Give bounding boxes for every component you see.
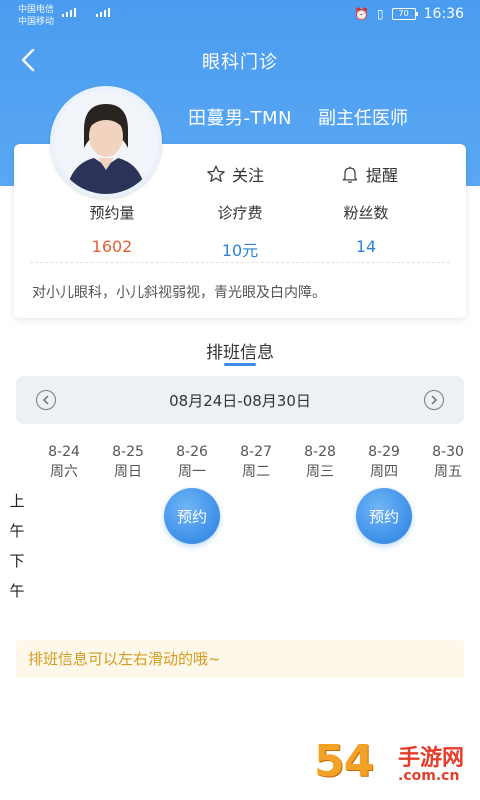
nav-bar: 眼科门诊 xyxy=(0,40,480,80)
carrier-2: 中国移动 xyxy=(18,17,55,27)
stat-value: 10元 xyxy=(221,241,259,260)
doctor-avatar xyxy=(50,86,162,198)
stat-fans: 粉丝数 14 xyxy=(306,202,426,256)
day-column: 8-24 周六 xyxy=(40,442,88,482)
doctor-name: 田蔓男-TMN xyxy=(188,108,292,129)
day-weekday: 周二 xyxy=(242,464,270,480)
follow-button[interactable]: 关注 xyxy=(206,162,264,186)
signal-icon-2 xyxy=(96,8,110,17)
stat-label: 诊疗费 xyxy=(217,204,263,222)
day-column: 8-29 周四 xyxy=(360,442,408,482)
day-column: 8-26 周一 xyxy=(168,442,216,482)
star-icon xyxy=(207,165,225,182)
stat-appointments: 预约量 1602 xyxy=(52,202,172,256)
bell-icon xyxy=(342,166,358,183)
battery-icon: 70 xyxy=(391,8,418,20)
page-title: 眼科门诊 xyxy=(202,52,278,73)
stat-label: 预约量 xyxy=(89,204,135,222)
day-weekday: 周一 xyxy=(178,464,206,480)
day-weekday: 周五 xyxy=(434,464,462,480)
watermark-number: 54 xyxy=(314,736,374,787)
week-selector: 08月24日-08月30日 xyxy=(16,376,464,424)
stat-label: 粉丝数 xyxy=(343,204,389,222)
title-underline xyxy=(224,363,256,366)
stat-value: 14 xyxy=(355,237,377,256)
carrier-1: 中国电信 xyxy=(18,5,55,15)
day-column: 8-28 周三 xyxy=(296,442,344,482)
stat-value: 1602 xyxy=(91,237,133,256)
day-column: 8-25 周日 xyxy=(104,442,152,482)
watermark-logo: 54 手游网 .com.cn xyxy=(314,730,474,794)
doctor-title: 副主任医师 xyxy=(318,108,408,129)
week-range: 08月24日-08月30日 xyxy=(169,392,311,410)
alarm-icon: ⏰ xyxy=(354,7,370,21)
doctor-photo xyxy=(54,90,158,194)
period-char: 午 xyxy=(9,582,25,600)
day-weekday: 周六 xyxy=(50,464,78,480)
day-column: 8-27 周二 xyxy=(232,442,280,482)
watermark-url: .com.cn xyxy=(398,768,460,784)
day-weekday: 周日 xyxy=(114,464,142,480)
follow-label: 关注 xyxy=(232,166,265,185)
book-button[interactable]: 预约 xyxy=(164,488,220,544)
carrier-labels: 中国电信 中国移动 xyxy=(18,4,54,28)
swipe-hint: 排班信息可以左右滑动的哦~ xyxy=(16,640,464,678)
status-bar: 中国电信 中国移动 ⏰ ▯ 70 16:36 xyxy=(0,0,480,32)
day-date: 8-28 xyxy=(304,444,336,460)
status-right: ⏰ ▯ 70 16:36 xyxy=(354,6,464,22)
divider xyxy=(30,262,450,263)
day-date: 8-26 xyxy=(176,444,208,460)
stat-fee: 诊疗费 10元 xyxy=(180,202,300,261)
day-date: 8-30 xyxy=(432,444,464,460)
next-week-button[interactable] xyxy=(424,390,444,410)
period-am-label: 上 午 xyxy=(8,486,26,546)
clock: 16:36 xyxy=(423,6,464,22)
chevron-right-icon xyxy=(431,395,437,405)
remind-label: 提醒 xyxy=(366,166,399,185)
day-column: 8-30 周五 xyxy=(424,442,472,482)
day-weekday: 周四 xyxy=(370,464,398,480)
day-date: 8-27 xyxy=(240,444,272,460)
schedule-title: 排班信息 xyxy=(206,343,274,363)
remind-button[interactable]: 提醒 xyxy=(340,162,398,186)
doctor-description: 对小儿眼科，小儿斜视弱视，青光眼及白内障。 xyxy=(32,285,326,301)
day-date: 8-24 xyxy=(48,444,80,460)
period-char: 上 xyxy=(9,492,25,510)
signal-icon xyxy=(62,8,76,17)
vibrate-icon: ▯ xyxy=(377,7,384,21)
day-date: 8-25 xyxy=(112,444,144,460)
period-pm-label: 下 午 xyxy=(8,546,26,606)
book-button[interactable]: 预约 xyxy=(356,488,412,544)
day-date: 8-29 xyxy=(368,444,400,460)
period-char: 午 xyxy=(9,522,25,540)
day-weekday: 周三 xyxy=(306,464,334,480)
period-char: 下 xyxy=(9,552,25,570)
